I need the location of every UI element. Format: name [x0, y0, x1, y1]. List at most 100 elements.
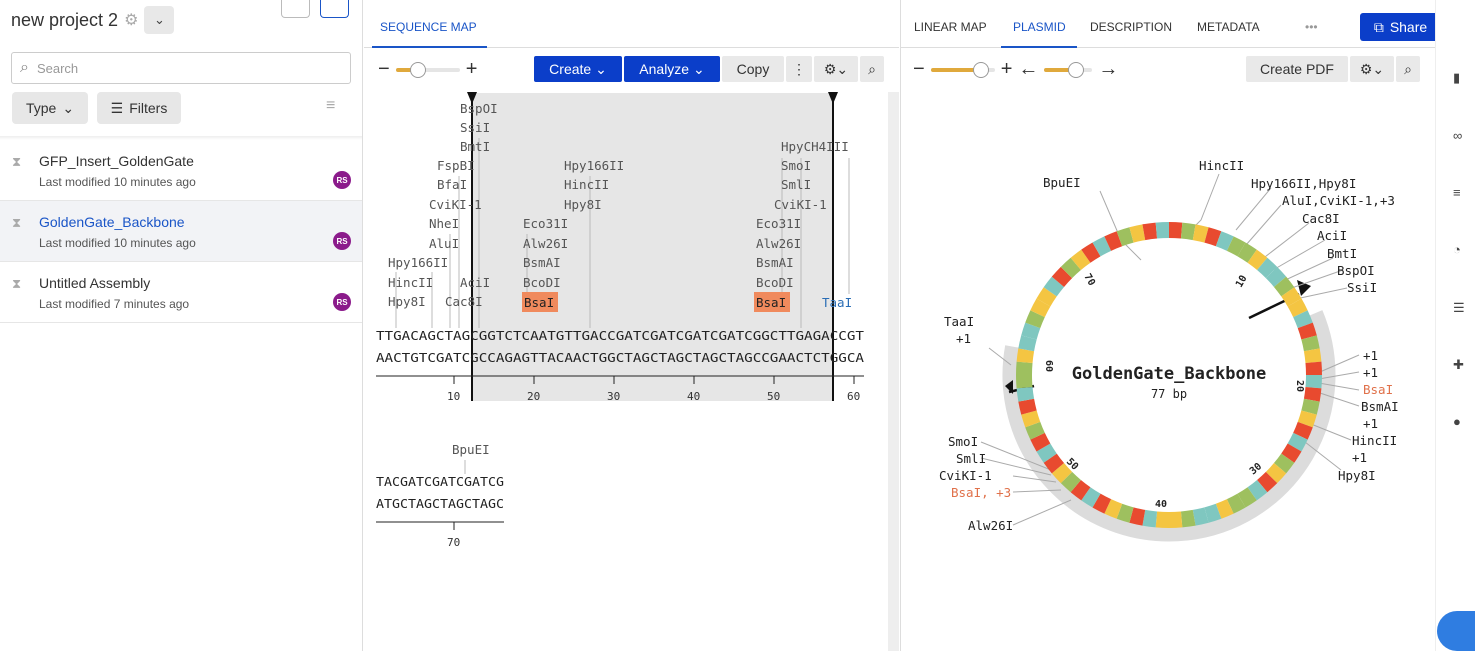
enzyme-label[interactable]: Alw26I	[968, 518, 1013, 533]
enzyme-label[interactable]: HincII	[1199, 158, 1244, 173]
file-item-gfp-insert[interactable]: ⧗ GFP_Insert_GoldenGate Last modified 10…	[0, 140, 362, 201]
rail-icon[interactable]: ●	[1453, 414, 1461, 429]
rotate-slider[interactable]	[1044, 61, 1093, 78]
new-button[interactable]	[320, 0, 349, 18]
enzyme-label[interactable]: SmoI	[948, 434, 978, 449]
zoom-in-icon[interactable]: +	[466, 58, 478, 81]
copy-button[interactable]: Copy	[722, 56, 784, 82]
zoom-slider[interactable]	[930, 61, 995, 78]
zoom-slider[interactable]	[395, 61, 460, 78]
upload-button[interactable]	[281, 0, 310, 18]
slider-knob[interactable]	[409, 61, 426, 78]
slider-knob[interactable]	[972, 61, 989, 78]
scrollbar[interactable]	[888, 92, 899, 651]
rotate-left-icon[interactable]: ←	[1018, 58, 1038, 81]
rail-icon[interactable]: ✚	[1453, 357, 1464, 373]
zoom-in-icon[interactable]: +	[1001, 58, 1013, 81]
enzyme-label[interactable]: SmlI	[956, 451, 986, 466]
enzyme-label[interactable]: AluI,CviKI-1,+3	[1282, 193, 1395, 208]
enzyme-label[interactable]: BcoDI	[523, 275, 561, 290]
enzyme-label[interactable]: +1	[1363, 365, 1378, 380]
enzyme-label[interactable]: AciI	[1317, 228, 1347, 243]
enzyme-label[interactable]: TaaI	[944, 314, 974, 329]
enzyme-label[interactable]: BsmAI	[756, 255, 794, 270]
settings-dropdown-button[interactable]: ⚙⌄	[814, 56, 858, 82]
create-button[interactable]: Create ⌄	[534, 56, 622, 82]
enzyme-label[interactable]: BsmAI	[523, 255, 561, 270]
enzyme-label-bsai[interactable]: BsaI, +3	[951, 485, 1011, 500]
enzyme-label[interactable]: Hpy166II	[388, 255, 448, 270]
help-chat-button[interactable]	[1437, 611, 1475, 651]
enzyme-label[interactable]: Eco31I	[523, 216, 568, 231]
enzyme-label[interactable]: AciI	[460, 275, 490, 290]
enzyme-label[interactable]: BfaI	[437, 177, 467, 192]
filters-button[interactable]: ☰ Filters	[97, 92, 181, 124]
enzyme-label[interactable]: SmoI	[781, 158, 811, 173]
analyze-button[interactable]: Analyze ⌄	[624, 56, 720, 82]
enzyme-label[interactable]: BspOI	[1337, 263, 1375, 278]
enzyme-label[interactable]: SsiI	[460, 120, 490, 135]
enzyme-label-bsai[interactable]: BsaI	[1363, 382, 1393, 397]
rail-icon[interactable]: ▮	[1453, 70, 1460, 86]
top-strand[interactable]: TTGACAGCTAGCGGTCTCAATGTTGACCGATCGATCGATC…	[376, 329, 865, 343]
enzyme-label[interactable]: HincII	[388, 275, 433, 290]
search-icon[interactable]: ⌕	[1396, 56, 1420, 82]
sliders-icon[interactable]: ≡	[326, 97, 335, 115]
enzyme-label[interactable]: +1	[1363, 416, 1378, 431]
enzyme-label[interactable]: BpuEI	[1043, 175, 1081, 190]
enzyme-label[interactable]: Hpy8I	[1338, 468, 1376, 483]
rail-icon[interactable]: ≡	[1453, 185, 1461, 200]
rail-icon[interactable]: ∞	[1453, 128, 1462, 143]
enzyme-label[interactable]: BmtI	[1327, 246, 1357, 261]
enzyme-label[interactable]: Cac8I	[445, 294, 483, 309]
enzyme-label[interactable]: +1	[956, 331, 971, 346]
enzyme-label-bsai[interactable]: BsaI	[756, 295, 786, 310]
enzyme-label[interactable]: TaaI	[822, 295, 852, 310]
project-dropdown-button[interactable]: ⌄	[144, 6, 175, 34]
rotate-right-icon[interactable]: →	[1098, 58, 1118, 81]
enzyme-label[interactable]: Hpy166II	[564, 158, 624, 173]
enzyme-label[interactable]: CviKI-1	[774, 197, 827, 212]
enzyme-label[interactable]: Alw26I	[523, 236, 568, 251]
tab-plasmid[interactable]: PLASMID	[1013, 20, 1066, 34]
rail-icon[interactable]: ☰	[1453, 300, 1465, 316]
enzyme-label[interactable]: Cac8I	[1302, 211, 1340, 226]
search-input[interactable]: ⌕ Search	[11, 52, 351, 84]
map-zoom-control[interactable]: − + ← →	[913, 58, 1118, 81]
tab-metadata[interactable]: METADATA	[1197, 20, 1260, 34]
tab-linear-map[interactable]: LINEAR MAP	[914, 20, 987, 34]
type-filter-button[interactable]: Type ⌄	[12, 92, 88, 124]
more-options-icon[interactable]: ⋮	[786, 56, 812, 82]
enzyme-label[interactable]: HpyCH4III	[781, 139, 849, 154]
enzyme-label[interactable]: SmlI	[781, 177, 811, 192]
more-tabs-icon[interactable]: •••	[1305, 20, 1318, 34]
enzyme-label[interactable]: BpuEI	[452, 442, 490, 457]
file-item-goldengate-backbone[interactable]: ⧗ GoldenGate_Backbone Last modified 10 m…	[0, 201, 362, 262]
zoom-out-icon[interactable]: −	[378, 58, 390, 81]
enzyme-label[interactable]: +1	[1363, 348, 1378, 363]
enzyme-label[interactable]: BcoDI	[756, 275, 794, 290]
tab-sequence-map[interactable]: SEQUENCE MAP	[380, 20, 477, 34]
enzyme-label[interactable]: CviKI-1	[939, 468, 992, 483]
search-icon[interactable]: ⌕	[860, 56, 884, 82]
enzyme-label[interactable]: HincII	[1352, 433, 1397, 448]
create-pdf-button[interactable]: Create PDF	[1246, 56, 1348, 82]
file-item-untitled-assembly[interactable]: ⧗ Untitled Assembly Last modified 7 minu…	[0, 262, 362, 323]
enzyme-label[interactable]: BsmAI	[1361, 399, 1399, 414]
enzyme-label-bsai[interactable]: BsaI	[524, 295, 554, 310]
gear-icon[interactable]: ⚙	[124, 10, 138, 30]
enzyme-label[interactable]: SsiI	[1347, 280, 1377, 295]
enzyme-label[interactable]: Eco31I	[756, 216, 801, 231]
enzyme-label[interactable]: Hpy8I	[388, 294, 426, 309]
enzyme-label[interactable]: BmtI	[460, 139, 490, 154]
enzyme-label[interactable]: +1	[1352, 450, 1367, 465]
top-strand[interactable]: TACGATCGATCGATCG	[376, 475, 504, 489]
enzyme-label[interactable]: CviKI-1	[429, 197, 482, 212]
zoom-out-icon[interactable]: −	[913, 58, 925, 81]
sequence-zoom-control[interactable]: − +	[378, 58, 477, 81]
enzyme-label[interactable]: BspOI	[460, 101, 498, 116]
slider-knob[interactable]	[1068, 61, 1085, 78]
rail-icon[interactable]: ◔	[1453, 242, 1461, 257]
tab-description[interactable]: DESCRIPTION	[1090, 20, 1172, 34]
enzyme-label[interactable]: Alw26I	[756, 236, 801, 251]
